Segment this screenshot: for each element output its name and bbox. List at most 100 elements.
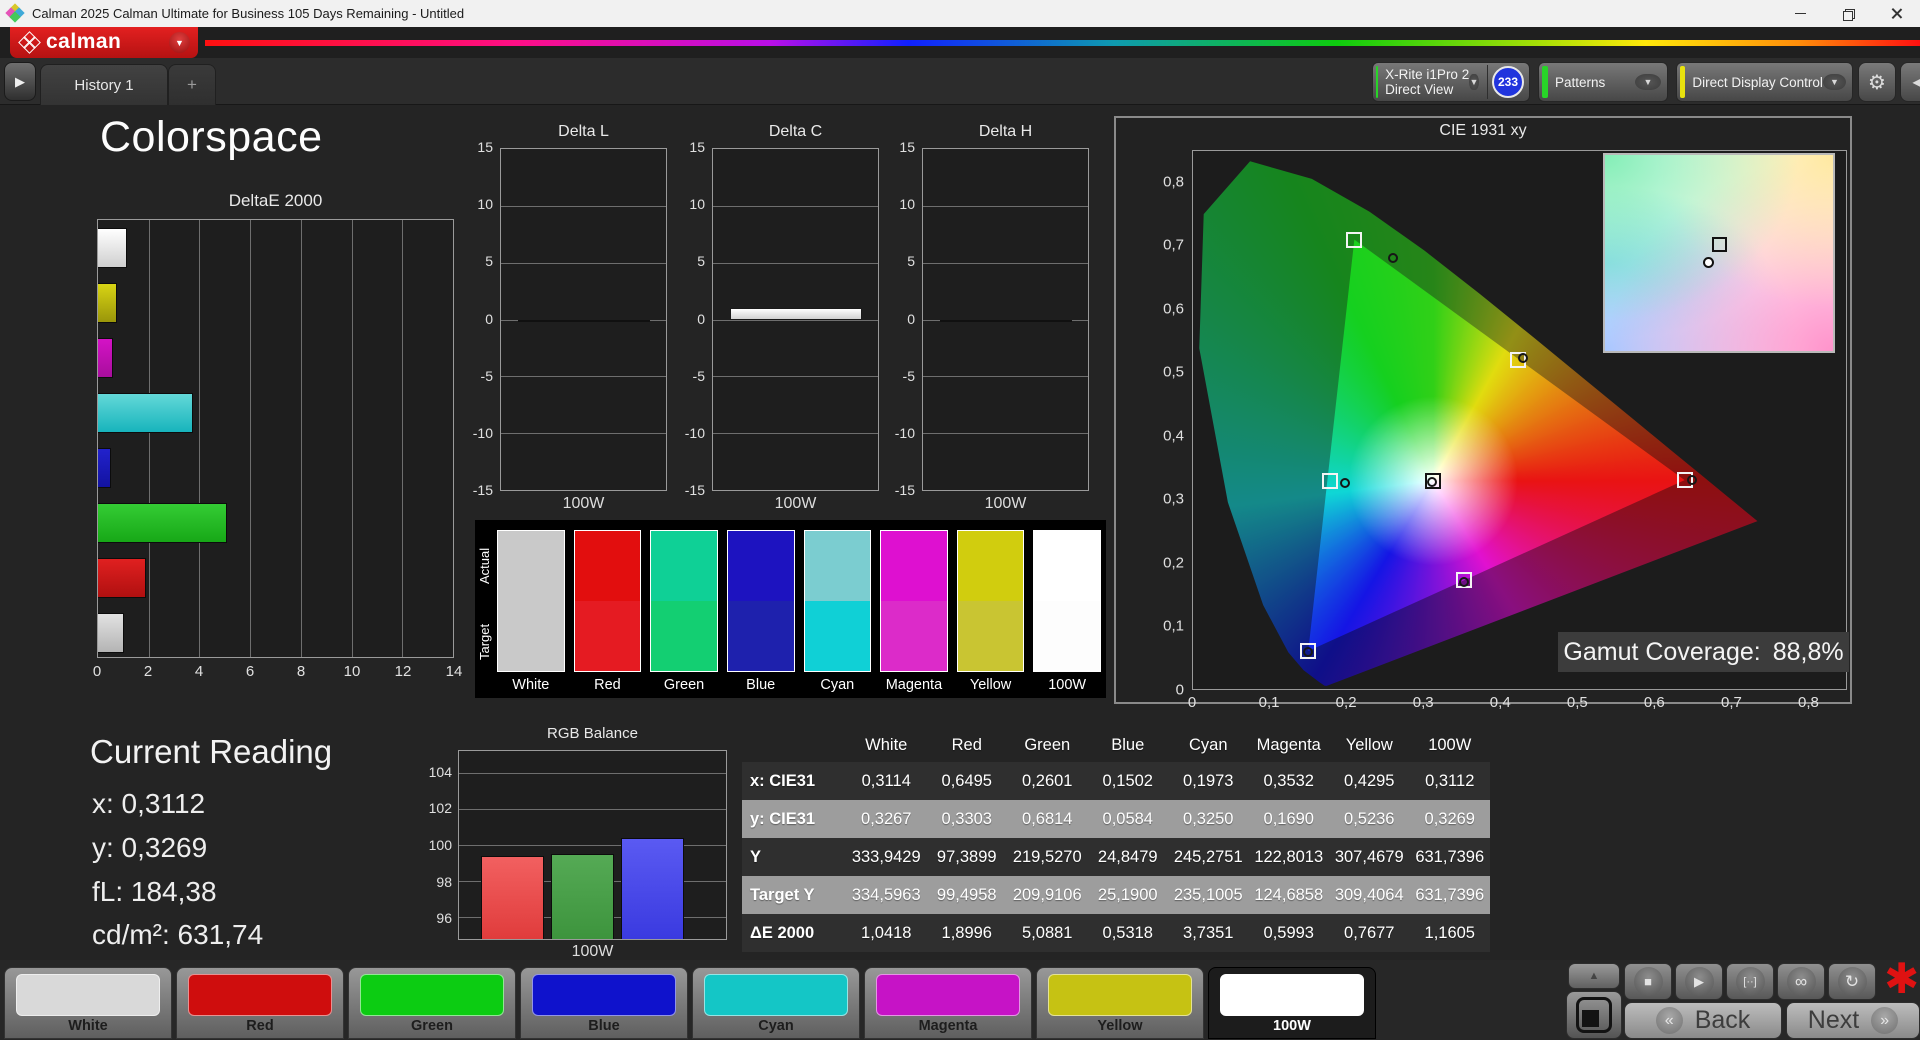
white-target-marker xyxy=(1712,237,1728,253)
pattern-swatch xyxy=(1048,974,1192,1016)
calman-menu-button[interactable]: calman ▼ xyxy=(10,27,198,58)
actual-row-label: Actual xyxy=(477,547,492,585)
pattern-button-cyan[interactable]: Cyan xyxy=(692,967,860,1039)
window-layout-button[interactable] xyxy=(1566,991,1622,1039)
spectracal-asterisk-icon: ✱ xyxy=(1884,955,1920,1002)
swatch-column-green: Green xyxy=(650,530,718,696)
table-cell: 0,3250 xyxy=(1183,809,1234,828)
meter-count-badge[interactable]: 233 xyxy=(1492,66,1524,98)
row-label: x: CIE31 xyxy=(750,771,816,790)
stop-button[interactable]: ■ xyxy=(1624,963,1672,1000)
rgb-x-axis-label: 100W xyxy=(571,943,614,960)
restore-icon xyxy=(1843,8,1855,21)
target-swatch xyxy=(880,601,948,672)
actual-swatch xyxy=(497,530,565,601)
gamut-coverage-readout: Gamut Coverage: 88,8% xyxy=(1558,632,1849,672)
chevron-down-icon: ▼ xyxy=(1635,74,1661,90)
gridline xyxy=(923,262,1088,264)
meter-dropdown[interactable]: X-Rite i1Pro 2 Direct View ▼ 233 xyxy=(1372,62,1530,102)
restore-button[interactable] xyxy=(1824,0,1872,27)
loop-button[interactable]: ∞ xyxy=(1777,963,1825,1000)
white-point-inset xyxy=(1603,153,1835,353)
table-cell: 333,9429 xyxy=(851,847,921,866)
refresh-icon: ↻ xyxy=(1837,967,1867,996)
row-label: Target Y xyxy=(750,885,815,904)
swatch-column-blue: Blue xyxy=(726,530,795,696)
back-button[interactable]: « Back xyxy=(1624,1002,1782,1039)
table-header-row: White Red Green Blue Cyan Magenta Yellow 100W xyxy=(742,729,1490,762)
meter-status-stripe xyxy=(1376,66,1379,98)
column-header: Blue xyxy=(1111,736,1145,754)
deltae-bar-100w xyxy=(98,228,128,268)
cie-x-axis: 0 0,1 0,2 0,3 0,4 0,5 0,6 0,7 0,8 xyxy=(1187,694,1819,711)
pattern-button-blue[interactable]: Blue xyxy=(520,967,688,1039)
add-tab-button[interactable]: + xyxy=(168,64,216,105)
pattern-button-red[interactable]: Red xyxy=(176,967,344,1039)
pattern-button-100w[interactable]: 100W xyxy=(1208,967,1376,1039)
cyan-measured xyxy=(1339,478,1350,489)
minimize-button[interactable] xyxy=(1776,0,1824,27)
close-button[interactable] xyxy=(1872,0,1920,27)
deltae-bar-blue xyxy=(98,448,112,488)
collapse-panel-button[interactable]: ◀ xyxy=(1900,62,1920,102)
table-cell: 0,3303 xyxy=(941,809,992,828)
loop-icon: ∞ xyxy=(1786,967,1816,996)
gridline xyxy=(713,319,878,321)
swatch-label: White xyxy=(512,677,550,693)
settings-button[interactable]: ⚙ xyxy=(1858,62,1896,102)
table-cell: 99,4958 xyxy=(936,885,997,904)
next-button[interactable]: Next » xyxy=(1786,1002,1920,1039)
target-swatch xyxy=(956,601,1025,672)
deltae-bar-green xyxy=(98,503,228,543)
gridline xyxy=(923,205,1088,207)
pattern-button-magenta[interactable]: Magenta xyxy=(864,967,1032,1039)
chart-plot xyxy=(712,148,879,491)
deltae-bar-cyan xyxy=(98,393,193,433)
target-swatch xyxy=(1033,601,1101,672)
column-header: 100W xyxy=(1428,736,1472,754)
swatch-column-cyan: Cyan xyxy=(803,530,872,696)
pattern-swatch xyxy=(704,974,848,1016)
range-icon: [··] xyxy=(1735,967,1765,996)
calman-menu-chevron[interactable]: ▼ xyxy=(169,32,190,53)
red-measured xyxy=(1686,474,1697,485)
chevron-down-icon: ▼ xyxy=(1469,74,1479,90)
pattern-label: Cyan xyxy=(758,1018,794,1034)
tab-history-1[interactable]: History 1 xyxy=(40,64,168,105)
patterns-dropdown[interactable]: Patterns ▼ xyxy=(1538,62,1668,102)
range-button[interactable]: [··] xyxy=(1726,963,1774,1000)
column-header: Green xyxy=(1024,736,1071,754)
reading-cdm2: cd/m²: 631,74 xyxy=(92,919,264,950)
rgb-bar-blue xyxy=(621,837,684,939)
cie-chart-title: CIE 1931 xy xyxy=(1439,122,1527,139)
history-panel-toggle-button[interactable]: ▶ xyxy=(4,62,36,101)
table-cell: 631,7396 xyxy=(1415,885,1485,904)
rgb-bar-red xyxy=(481,855,544,939)
table-cell: 334,5963 xyxy=(851,885,921,904)
display-control-dropdown[interactable]: Direct Display Control ▼ xyxy=(1676,62,1853,102)
gridline xyxy=(501,433,666,435)
refresh-button[interactable]: ↻ xyxy=(1828,963,1876,1000)
column-header: Cyan xyxy=(1188,736,1228,754)
rgb-bar-green xyxy=(551,854,614,939)
pattern-swatch xyxy=(1220,974,1364,1016)
pattern-button-white[interactable]: White xyxy=(4,967,172,1039)
table-cell: 235,1005 xyxy=(1173,885,1243,904)
minimize-icon xyxy=(1794,13,1806,14)
table-cell: 0,7677 xyxy=(1344,923,1395,942)
table-cell: 0,0584 xyxy=(1102,809,1153,828)
table-cell: 0,1502 xyxy=(1102,771,1153,790)
expand-panel-button[interactable]: ▲ xyxy=(1568,963,1620,989)
transport-controls: ■ ▶ [··] ∞ ↻ xyxy=(1624,963,1876,1000)
gridline xyxy=(501,376,666,378)
pattern-button-green[interactable]: Green xyxy=(348,967,516,1039)
deltae-bar-yellow xyxy=(98,283,118,323)
pattern-button-yellow[interactable]: Yellow xyxy=(1036,967,1204,1039)
table-cell: 0,3114 xyxy=(861,771,911,790)
table-cell: 0,2601 xyxy=(1022,771,1073,790)
pattern-swatch xyxy=(188,974,332,1016)
play-button[interactable]: ▶ xyxy=(1675,963,1723,1000)
swatch-column-yellow: Yellow xyxy=(956,530,1025,696)
pattern-label: Green xyxy=(411,1018,453,1034)
gridline xyxy=(459,772,726,774)
